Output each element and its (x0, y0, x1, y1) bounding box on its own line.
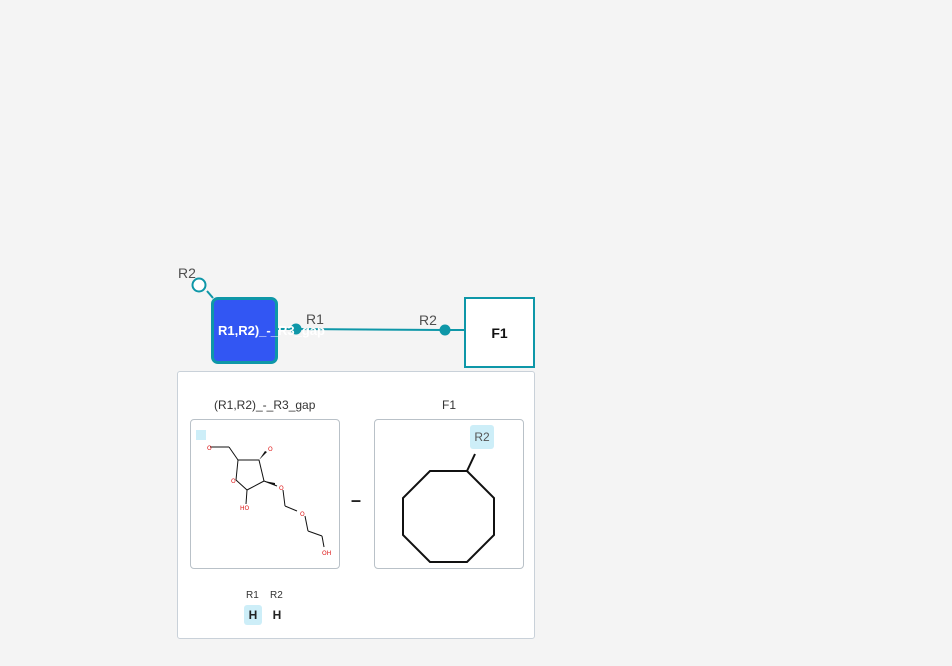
rgroup-header-r1: R1 (246, 590, 259, 601)
monomer-f1[interactable]: F1 (464, 297, 535, 368)
atom-o2: O (268, 446, 273, 453)
rgroup-header-r2: R2 (270, 590, 283, 601)
atom-o4: O (279, 485, 284, 492)
r2-attachment-stem (206, 290, 214, 299)
monomer-separator: – (351, 490, 362, 510)
r2-attachment-badge: R2 (470, 425, 494, 449)
monomer-f1-label: F1 (491, 324, 508, 341)
sequence-canvas[interactable]: R2 R1,R2)_-_R3_gap R1 R2 F1 (R1,R2)_-_R3… (0, 0, 952, 666)
preview-left-title: (R1,R2)_-_R3_gap (214, 398, 316, 412)
bond-r2-label: R2 (419, 312, 437, 328)
atom-o3: O (231, 478, 236, 485)
preview-right-title: F1 (442, 398, 457, 412)
rgroup-value-r2: H (272, 608, 282, 622)
rgroup-value-r1: H (244, 605, 262, 625)
attachment-highlight (196, 430, 206, 440)
bond-r1-label: R1 (306, 311, 324, 327)
atom-o5: O (300, 511, 305, 518)
left-structure-svg: O O O O O HO OH (196, 430, 331, 557)
r2-top-label: R2 (178, 265, 196, 281)
monomer-blue[interactable]: R1,R2)_-_R3_gap (211, 297, 325, 364)
left-structure-box: O O O O O HO OH (190, 419, 340, 569)
atom-ho: HO (240, 505, 250, 512)
preview-panel: (R1,R2)_-_R3_gap F1 O O O O O HO OH – R2… (177, 371, 535, 639)
bond-end-point (439, 324, 451, 336)
cyclooctane-svg (402, 453, 495, 563)
right-structure-box: R2 (374, 419, 524, 569)
atom-o1: O (207, 445, 212, 452)
atom-oh: OH (322, 550, 331, 557)
